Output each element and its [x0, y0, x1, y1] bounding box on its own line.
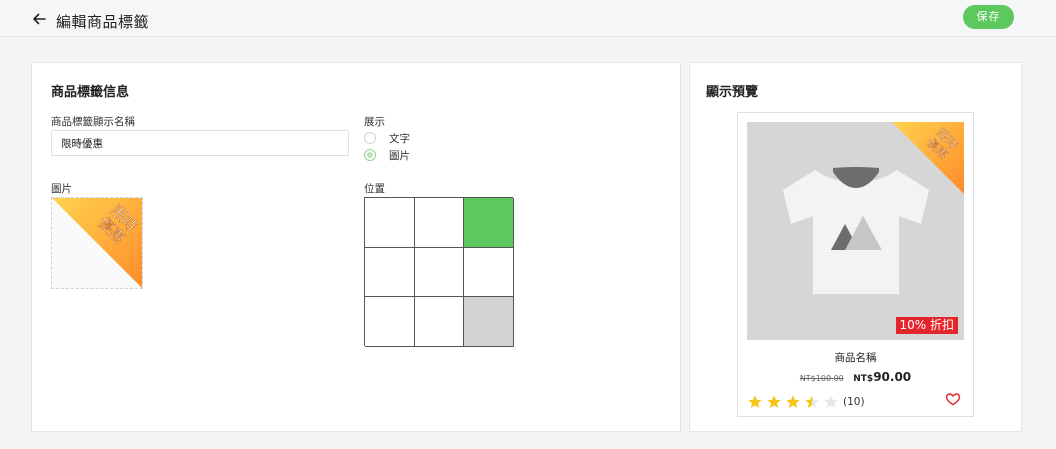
- display-option-image[interactable]: 圖片: [364, 148, 410, 162]
- position-cell-bottom-center[interactable]: [414, 297, 465, 347]
- position-cell-bottom-left[interactable]: [365, 297, 415, 347]
- preview-title: 顯示預覽: [706, 85, 759, 100]
- tag-name-label: 商品標籤顯示名稱: [51, 116, 135, 128]
- top-bar: 編輯商品標籤 保存: [0, 0, 1056, 37]
- tag-info-panel: 商品標籤信息 商品標籤顯示名稱 展示 文字 圖片 圖片 限時 優惠 位置: [31, 62, 681, 432]
- image-label: 圖片: [51, 183, 72, 195]
- position-cell-bottom-right: [464, 297, 514, 347]
- rating-stars: (10): [747, 394, 865, 410]
- star-icon-2: [767, 395, 781, 408]
- position-cell-middle-center[interactable]: [414, 247, 465, 298]
- star-icon-1: [748, 395, 762, 408]
- new-price-value: 90.00: [873, 370, 912, 384]
- position-cell-top-center[interactable]: [414, 198, 465, 248]
- display-option-text-label: 文字: [389, 132, 410, 145]
- tag-info-title: 商品標籤信息: [51, 85, 130, 100]
- position-cell-top-left[interactable]: [365, 198, 415, 248]
- display-option-text[interactable]: 文字: [364, 131, 410, 145]
- heart-icon[interactable]: [945, 391, 961, 407]
- old-price: NT$100.00: [799, 374, 844, 383]
- product-name: 商品名稱: [834, 352, 877, 364]
- star-empty-icon: [824, 395, 838, 408]
- tag-image-upload[interactable]: 限時 優惠: [51, 197, 143, 289]
- radio-text-button[interactable]: [364, 132, 376, 144]
- position-label: 位置: [364, 183, 385, 195]
- save-button[interactable]: 保存: [963, 5, 1014, 29]
- new-price: NT$90.00: [853, 370, 911, 384]
- star-icon-3: [786, 395, 800, 408]
- display-option-image-label: 圖片: [389, 149, 410, 162]
- ribbon-image: 限時 優惠: [52, 198, 142, 288]
- position-cell-middle-right[interactable]: [464, 247, 514, 298]
- review-count: (10): [843, 396, 865, 408]
- discount-badge: 10% 折扣: [895, 317, 958, 334]
- arrow-left-icon[interactable]: [32, 12, 46, 26]
- price-row: NT$100.00 NT$90.00: [738, 370, 973, 384]
- star-half-icon: [805, 395, 819, 408]
- display-label: 展示: [364, 116, 385, 128]
- preview-panel: 顯示預覽 限時 優惠 10% 折扣 商品名稱 NT$100.00 NT$90.0…: [689, 62, 1022, 432]
- tag-name-input[interactable]: [51, 130, 349, 156]
- radio-image-button[interactable]: [364, 149, 376, 161]
- product-image: 限時 優惠 10% 折扣: [747, 122, 964, 340]
- position-cell-middle-left[interactable]: [365, 247, 415, 298]
- preview-ribbon-image: 限時 優惠: [892, 122, 964, 194]
- position-cell-top-right[interactable]: [464, 198, 514, 248]
- position-grid: [364, 197, 514, 347]
- product-preview-card: 限時 優惠 10% 折扣 商品名稱 NT$100.00 NT$90.00 (10…: [737, 112, 974, 417]
- new-price-currency: NT$: [853, 374, 874, 384]
- page-title: 編輯商品標籤: [56, 13, 150, 31]
